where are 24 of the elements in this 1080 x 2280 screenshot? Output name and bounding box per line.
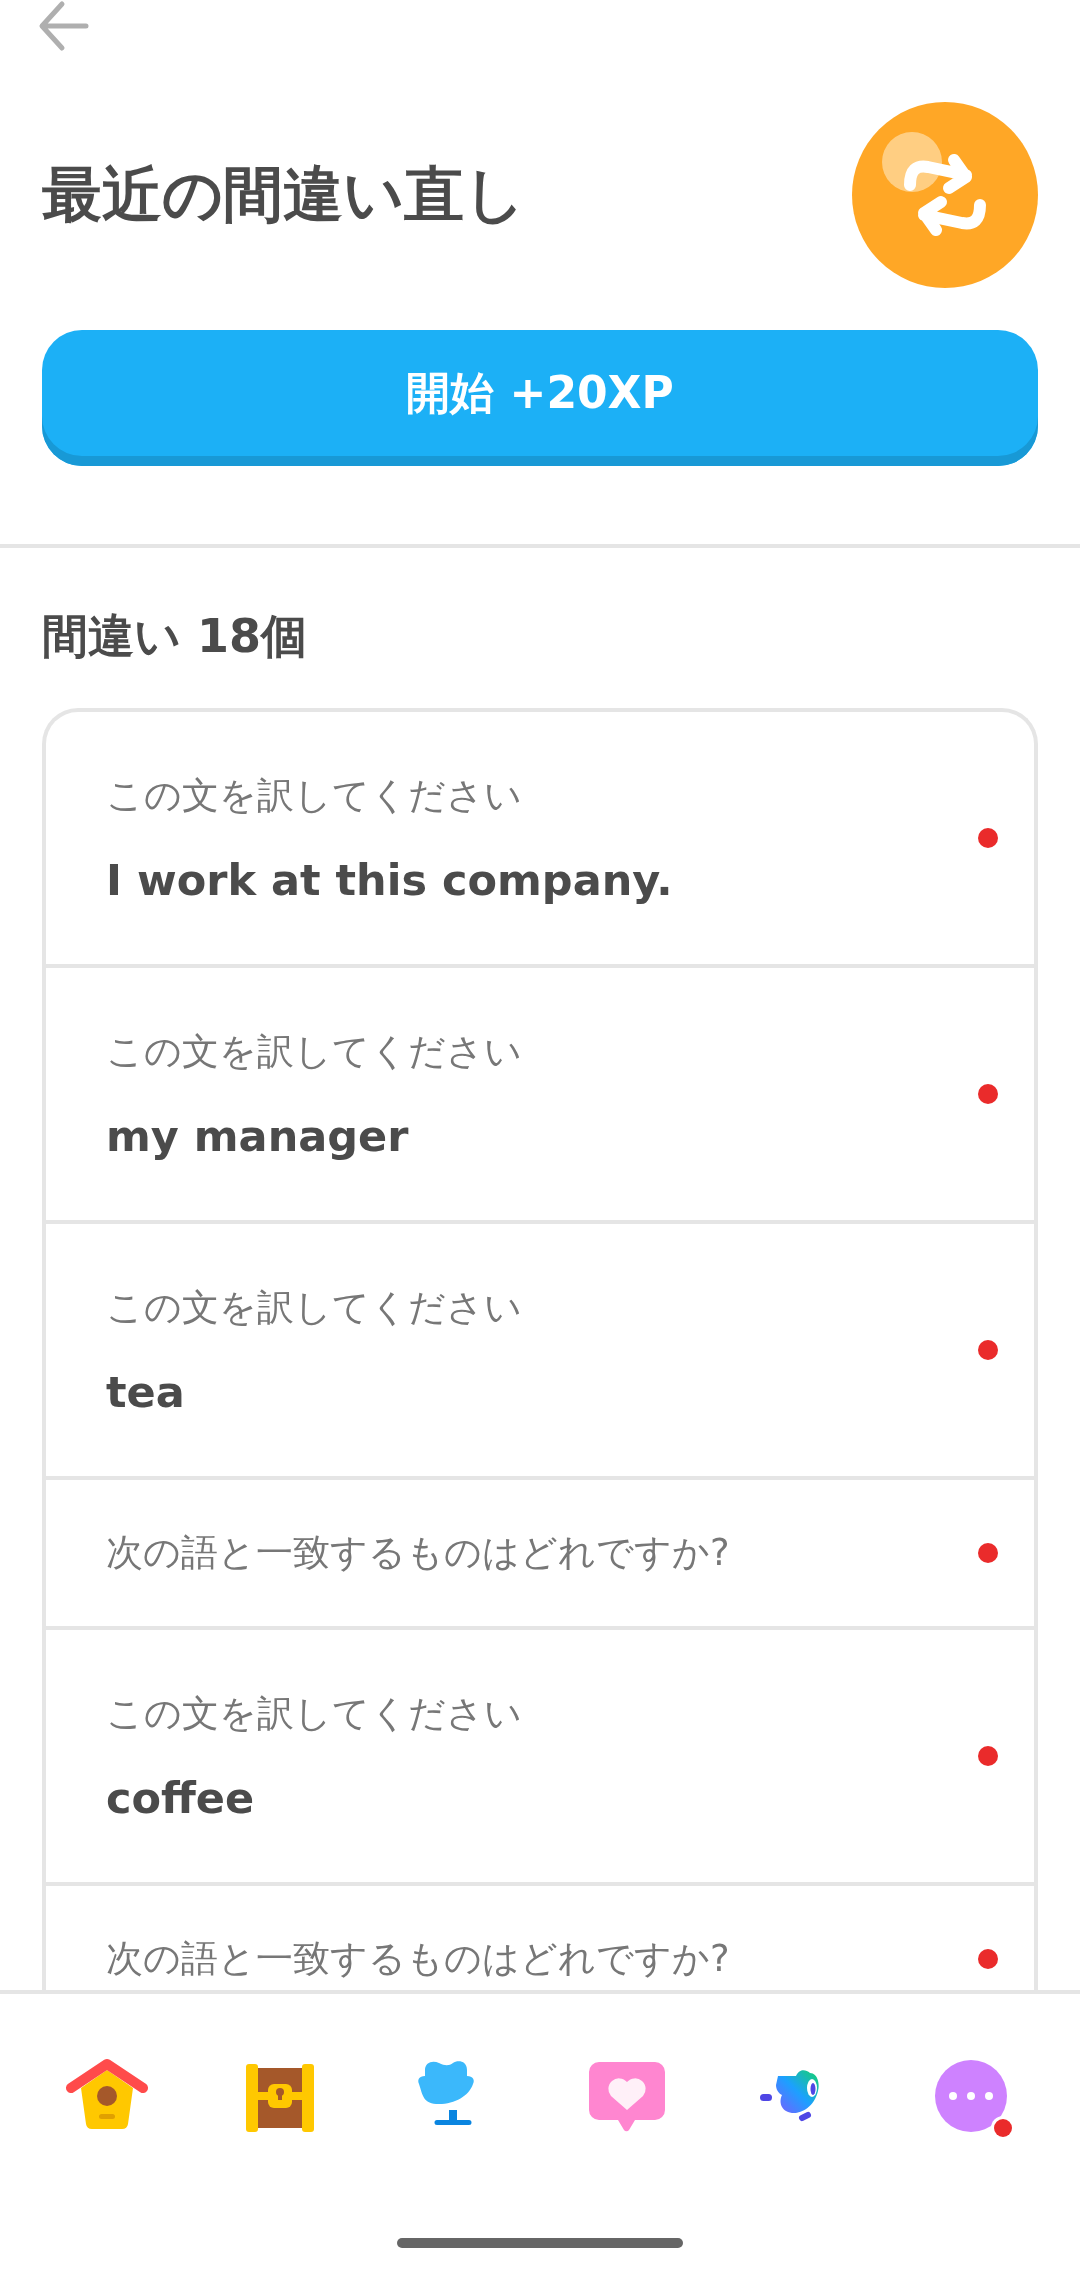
- mistake-item[interactable]: この文を訳してください coffee: [46, 1626, 1034, 1882]
- sentence-text: coffee: [106, 1773, 256, 1823]
- prompt-text: この文を訳してください: [106, 1691, 523, 1737]
- prompt-text: この文を訳してください: [106, 1285, 523, 1331]
- mistake-item[interactable]: 次の語と一致するものはどれですか?: [46, 1476, 1034, 1626]
- prompt-text: この文を訳してください: [106, 1029, 523, 1075]
- status-dot: [978, 828, 998, 848]
- status-dot: [978, 1084, 998, 1104]
- sentence-text: my manager: [106, 1111, 410, 1161]
- refresh-badge-icon: [852, 102, 1038, 288]
- mistakes-heading: 間違い 18個: [42, 608, 309, 665]
- status-dot: [978, 1543, 998, 1563]
- mistake-item[interactable]: この文を訳してください I work at this company.: [46, 712, 1034, 964]
- prompt-text: この文を訳してください: [106, 773, 523, 819]
- prompt-text: 次の語と一致するものはどれですか?: [106, 1530, 731, 1576]
- sentence-text: I work at this company.: [106, 855, 674, 905]
- page-title: 最近の間違い直し: [42, 157, 525, 231]
- sentence-text: tea: [106, 1367, 186, 1417]
- status-dot: [978, 1340, 998, 1360]
- status-dot: [978, 1746, 998, 1766]
- mistake-item[interactable]: この文を訳してください my manager: [46, 964, 1034, 1220]
- prompt-text: 次の語と一致するものはどれですか?: [106, 1936, 731, 1982]
- mistake-item[interactable]: この文を訳してください tea: [46, 1220, 1034, 1476]
- status-dot: [978, 1949, 998, 1969]
